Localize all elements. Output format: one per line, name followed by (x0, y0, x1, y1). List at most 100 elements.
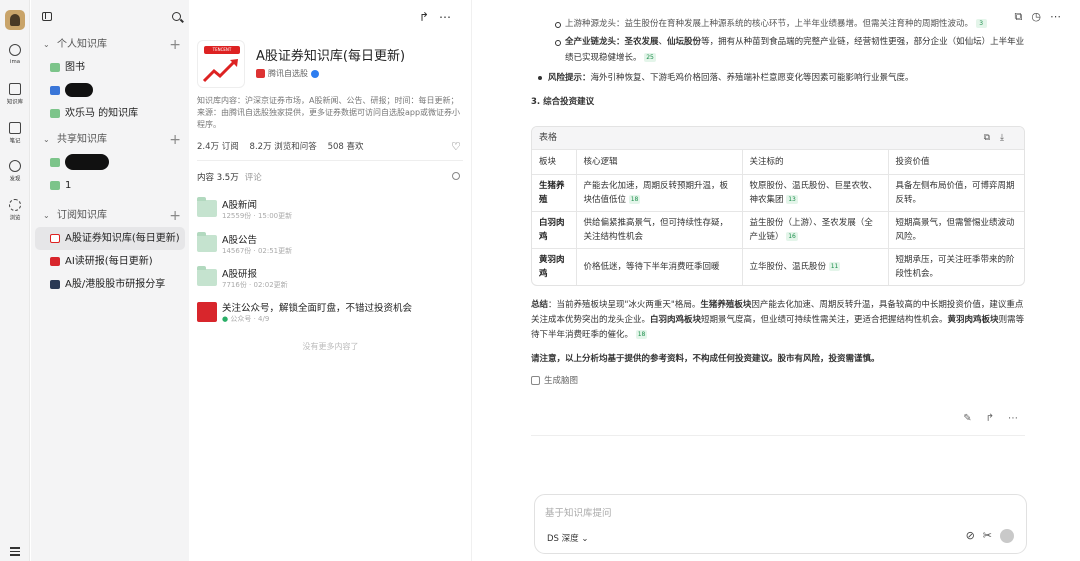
scissors-icon[interactable]: ✂ (983, 529, 1000, 542)
section-heading: 3. 综合投资建议 (531, 97, 595, 107)
item-meta: 7716份 · 02:02更新 (222, 281, 288, 289)
sidebar: ⌄ 个人知识库 + 图书 欢乐马 的知识库 ⌄ 共享知识库 + 1 ⌄ 订阅知识… (31, 0, 189, 561)
sidebar-item-label: 图书 (65, 62, 85, 73)
item-meta-text: 公众号 · 4/9 (230, 315, 270, 323)
table-body: 板块 核心逻辑 关注标的 投资价值 生猪养殖 产能去化加速，周期反转预期升温，板… (532, 149, 1024, 285)
search-icon[interactable] (452, 172, 460, 180)
table-cell: 益生股份（上游）、圣农发展（全产业链） 16 (741, 211, 888, 249)
sidebar-item-label: 1 (65, 180, 72, 191)
kb-publisher[interactable]: 腾讯自选股 (256, 68, 319, 79)
rail-knowledge[interactable]: 知识库 (0, 83, 30, 106)
cell-text: 立华股份、温氏股份 (749, 262, 827, 272)
add-icon[interactable]: + (169, 129, 181, 151)
reference-badge[interactable]: 13 (786, 195, 798, 204)
history-icon[interactable]: ◷ (1031, 10, 1050, 23)
list-item-announcements[interactable]: A股公告 14567份 · 02:51更新 (197, 230, 463, 260)
add-icon[interactable]: + (169, 34, 181, 56)
sidebar-item-ai-report[interactable]: AI读研报(每日更新) (31, 250, 189, 273)
menu-icon[interactable] (10, 547, 20, 558)
heart-icon[interactable]: ♡ (451, 140, 461, 153)
sidebar-item-books[interactable]: 图书 (31, 56, 189, 79)
body-text: 海外引种恢复、下游毛鸡价格回落、养殖端补栏意愿变化等因素可能影响行业景气度。 (590, 73, 914, 83)
ima-icon (9, 44, 21, 56)
column-header: 关注标的 (741, 149, 888, 175)
question-input-box[interactable]: 基于知识库提问 DS 深度 ⌄ ⊘✂ (534, 494, 1027, 554)
answer-actions: ✎↱⋯ (963, 413, 1032, 424)
sidebar-item-a-share[interactable]: A股证券知识库(每日更新) (35, 227, 185, 250)
list-item: 风险提示：海外引种恢复、下游毛鸡价格回落、养殖端补栏意愿变化等因素可能影响行业景… (531, 70, 1025, 86)
share-icon[interactable]: ↱ (986, 413, 1008, 424)
model-selector[interactable]: DS 深度 ⌄ (543, 531, 592, 545)
sidebar-item-label: A股证券知识库(每日更新) (65, 233, 180, 244)
rail-discover-label: 发现 (9, 176, 21, 183)
section-title: 订阅知识库 (57, 210, 107, 221)
share-icon[interactable]: ↱ (419, 10, 439, 24)
reference-badge[interactable]: 25 (644, 53, 656, 62)
rail-browse-label: 浏览 (9, 215, 21, 222)
chevron-down-icon: ⌄ (43, 135, 50, 144)
rail-browse[interactable]: 浏览 (0, 199, 30, 222)
answer-content: 上游种源龙头：益生股份在育种发展上种源系统的核心环节，上半年业绩暴增。但需关注育… (531, 19, 1025, 389)
sidebar-item-redacted[interactable] (31, 79, 189, 102)
table-cell: 生猪养殖 (532, 174, 576, 212)
reference-badge[interactable]: 3 (975, 19, 987, 28)
generate-mindmap-button[interactable]: 生成脑图 (531, 373, 1025, 389)
bold-text: 全产业链龙头： (565, 37, 625, 47)
column-header: 核心逻辑 (575, 149, 742, 175)
reference-badge[interactable]: 11 (828, 262, 841, 271)
kb-description: 知识库内容：沪深京证券市场，A股新闻、公告、研报；时间：每日更新；来源：由腾讯自… (197, 96, 461, 129)
tab-content[interactable]: 内容 3.5万 (197, 173, 239, 183)
kb-cover: TENCENT (197, 40, 245, 88)
send-icon[interactable] (1000, 529, 1014, 543)
disclaimer: 请注意，以上分析均基于提供的参考资料，不构成任何投资建议。股市有风险，投资需谨慎… (531, 354, 880, 364)
table-cell: 具备左侧布局价值，可博弈周期反转。 (887, 174, 1024, 212)
copy-icon[interactable]: ⧉ (984, 133, 1000, 143)
rail-discover[interactable]: 发现 (0, 160, 30, 183)
sidebar-toggle-icon[interactable] (42, 12, 52, 21)
rail-notes[interactable]: 笔记 (0, 122, 30, 145)
divider (197, 160, 463, 161)
item-name: A股新闻 (222, 200, 257, 211)
rail-notes-label: 笔记 (9, 138, 21, 145)
no-more-text: 没有更多内容了 (302, 342, 359, 351)
reference-badge[interactable]: 16 (786, 232, 798, 241)
add-icon[interactable]: + (169, 205, 181, 227)
sidebar-item-horse[interactable]: 欢乐马 的知识库 (31, 102, 189, 125)
list-item-news[interactable]: A股新闻 12559份 · 15:00更新 (197, 195, 463, 225)
notes-icon (9, 122, 21, 134)
table-cell: 黄羽肉鸡 (532, 248, 576, 285)
more-icon[interactable]: ⋯ (1050, 10, 1070, 23)
bold-text: 白羽肉鸡板块 (650, 315, 702, 325)
search-icon[interactable] (172, 12, 181, 21)
section-subscribed[interactable]: ⌄ 订阅知识库 + (31, 205, 189, 227)
chevron-down-icon: ⌄ (43, 40, 50, 49)
kb-tabs: 内容 3.5万 评论 (197, 171, 262, 183)
input-actions: ⊘✂ (966, 529, 1014, 543)
item-name: A股公告 (222, 235, 257, 246)
table-cell: 白羽肉鸡 (532, 211, 576, 249)
table-row: 黄羽肉鸡 价格低迷，等待下半年消费旺季回暖 立华股份、温氏股份 11 短期承压，… (532, 248, 1024, 285)
sidebar-item-label: A股/港股股市研报分享 (65, 279, 166, 290)
edit-note-icon[interactable]: ✎ (963, 413, 985, 424)
tab-comments[interactable]: 评论 (245, 173, 262, 183)
more-icon[interactable]: ⋯ (1008, 413, 1032, 424)
item-meta: ● 公众号 · 4/9 (222, 314, 269, 324)
list-item-reports[interactable]: A股研报 7716份 · 02:02更新 (197, 264, 463, 294)
reference-badge[interactable]: 18 (635, 330, 648, 339)
attachment-icon[interactable]: ⊘ (966, 529, 983, 542)
sidebar-item-shared-redacted[interactable] (31, 151, 189, 174)
model-label: DS 深度 (547, 534, 579, 544)
app-logo-avatar[interactable] (5, 10, 25, 30)
sparkle-icon (9, 199, 21, 211)
section-personal[interactable]: ⌄ 个人知识库 + (31, 34, 189, 56)
sidebar-item-1[interactable]: 1 (31, 174, 189, 197)
section-shared[interactable]: ⌄ 共享知识库 + (31, 129, 189, 151)
reference-badge[interactable]: 18 (628, 195, 641, 204)
download-icon[interactable]: ⤓ (1000, 133, 1014, 143)
more-icon[interactable]: ⋯ (439, 10, 461, 24)
rail-ima[interactable]: ima (0, 44, 30, 65)
bold-text: 仙坛股份 (667, 37, 702, 47)
question-input[interactable]: 基于知识库提问 (545, 505, 612, 519)
sidebar-item-hk-report[interactable]: A股/港股股市研报分享 (31, 273, 189, 296)
list-item-wechat[interactable]: 关注公众号，解锁全面盯盘，不错过投资机会 ● 公众号 · 4/9 (197, 298, 463, 328)
